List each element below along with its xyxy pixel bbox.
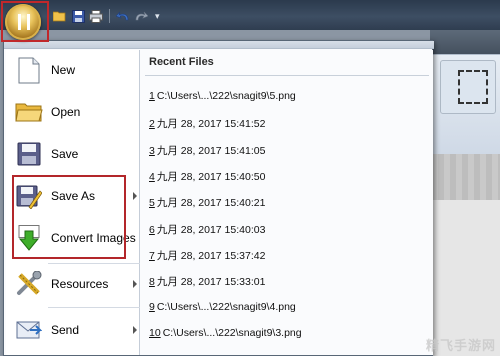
menu-header	[4, 41, 434, 49]
redo-icon[interactable]	[133, 8, 149, 24]
print-icon[interactable]	[88, 8, 104, 24]
menu-item-new[interactable]: New	[6, 50, 140, 90]
menu-item-send[interactable]: Send	[6, 310, 140, 350]
watermark: 精飞手游网	[425, 338, 496, 353]
menu-item-label: Open	[51, 105, 81, 119]
menu-item-label: New	[51, 63, 76, 77]
save-highlight-box	[12, 175, 126, 259]
quick-access-toolbar: ▾	[52, 8, 160, 24]
menu-item-label: Send	[51, 323, 80, 337]
recent-files-title: Recent Files	[149, 56, 214, 68]
menu-item-resources[interactable]: Resources	[6, 264, 140, 304]
document-icon	[15, 56, 43, 84]
recent-file-item[interactable]: 5 九月 28, 2017 15:40:21	[149, 195, 265, 210]
recent-file-item[interactable]: 8 九月 28, 2017 15:33:01	[149, 274, 265, 289]
application-menu: New Open Save Save As Convert Images Res…	[3, 40, 434, 356]
folder-icon	[15, 98, 43, 126]
undo-icon[interactable]	[115, 8, 131, 24]
menu-item-save[interactable]: Save	[6, 134, 140, 174]
recent-file-item[interactable]: 1 C:\Users\...\222\snagit9\5.png	[149, 90, 296, 102]
recent-file-item[interactable]: 3 九月 28, 2017 15:41:05	[149, 143, 265, 158]
recent-file-item[interactable]: 2 九月 28, 2017 15:41:52	[149, 116, 265, 131]
recent-file-item[interactable]: 10 C:\Users\...\222\snagit9\3.png	[149, 327, 302, 339]
submenu-arrow-icon	[133, 280, 137, 288]
open-folder-icon[interactable]	[52, 8, 68, 24]
submenu-arrow-icon	[133, 326, 137, 334]
title-bar: ▾	[0, 0, 500, 30]
recent-files-divider	[145, 75, 429, 76]
recent-file-item[interactable]: 9 C:\Users\...\222\snagit9\4.png	[149, 301, 296, 313]
menu-item-label: Resources	[51, 277, 109, 291]
floppy-icon	[15, 140, 43, 168]
recent-file-item[interactable]: 4 九月 28, 2017 15:40:50	[149, 169, 265, 184]
tools-icon	[15, 270, 43, 298]
submenu-arrow-icon	[133, 192, 137, 200]
orb-highlight-box	[1, 1, 49, 42]
recent-files-panel: Recent Files 1 C:\Users\...\222\snagit9\5…	[141, 50, 433, 355]
menu-item-label: Save	[51, 147, 79, 161]
canvas-image	[432, 200, 500, 356]
save-icon[interactable]	[70, 8, 86, 24]
envelope-icon	[15, 316, 43, 344]
selection-style-icon[interactable]	[458, 70, 488, 104]
recent-file-item[interactable]: 7 九月 28, 2017 15:37:42	[149, 248, 265, 263]
toolbar-separator	[109, 9, 110, 23]
menu-item-open[interactable]: Open	[6, 92, 140, 132]
recent-file-item[interactable]: 6 九月 28, 2017 15:40:03	[149, 222, 265, 237]
ribbon-tabs	[430, 30, 500, 54]
menu-separator	[48, 307, 140, 308]
customize-toolbar-icon[interactable]: ▾	[155, 11, 160, 22]
